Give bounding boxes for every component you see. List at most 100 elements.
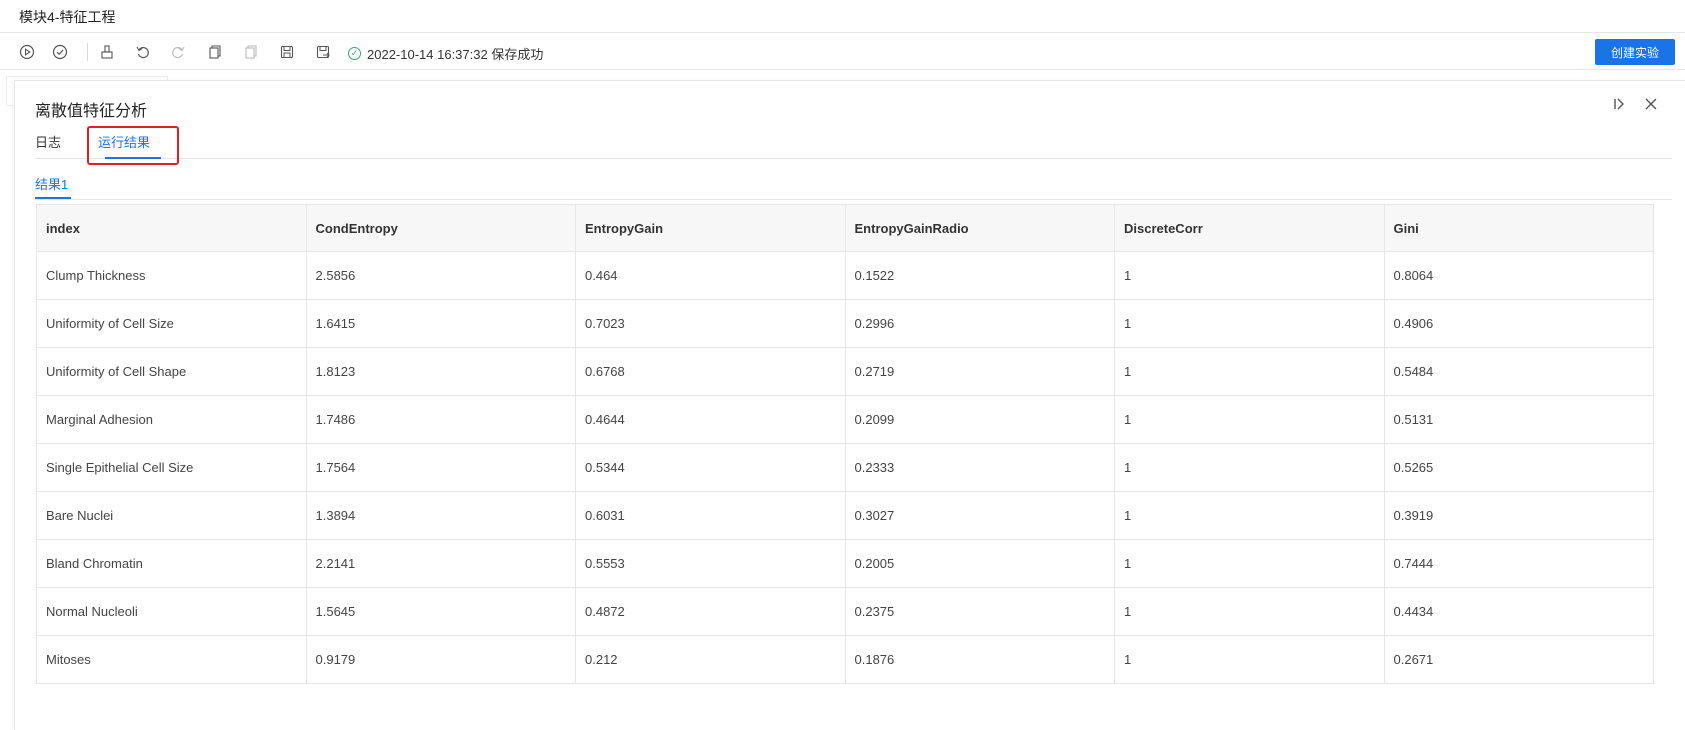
table-cell: Single Epithelial Cell Size [36,443,307,492]
table-cell: 0.7023 [575,299,846,348]
table-cell: 0.6031 [575,491,846,540]
collapse-panel-icon[interactable] [1609,95,1629,116]
save-status: ✓ 2022-10-14 16:37:32 保存成功 [348,44,543,63]
table-cell: 0.7444 [1383,539,1654,588]
table-cell: 0.4872 [575,587,846,636]
table-cell: Clump Thickness [36,251,307,300]
save-status-text: 2022-10-14 16:37:32 保存成功 [367,47,544,62]
success-check-icon: ✓ [348,47,361,60]
table-cell: 1.6415 [305,299,576,348]
panel-tabs: 日志 运行结果 [35,125,1672,159]
table-header-row: index CondEntropy EntropyGain EntropyGai… [36,204,1654,252]
window-title: 模块4-特征工程 [19,9,116,25]
table-cell: 1 [1114,251,1385,300]
table-cell: 1.3894 [305,491,576,540]
table-cell: 1 [1114,491,1385,540]
table-cell: 0.1522 [844,251,1115,300]
table-row: Clump Thickness 2.5856 0.464 0.1522 1 0.… [36,251,1654,300]
create-experiment-button[interactable]: 创建实验 [1595,39,1675,65]
panel-actions [1609,95,1661,116]
title-bar: 模块4-特征工程 [0,0,1685,33]
toolbar-separator [87,43,88,61]
column-header-discretecorr: DiscreteCorr [1114,204,1385,252]
table-cell: 1 [1114,587,1385,636]
close-icon[interactable] [1641,95,1661,116]
column-header-entropygain: EntropyGain [575,204,846,252]
tab-log[interactable]: 日志 [35,132,61,151]
table-cell: 0.5484 [1383,347,1654,396]
table-cell: 0.212 [575,635,846,684]
table-cell: 0.8064 [1383,251,1654,300]
table-cell: Bare Nuclei [36,491,307,540]
table-cell: 1 [1114,299,1385,348]
table-cell: Marginal Adhesion [36,395,307,444]
table-cell: 0.5265 [1383,443,1654,492]
table-cell: 0.3027 [844,491,1115,540]
table-cell: 1.7486 [305,395,576,444]
panel-title: 离散值特征分析 [35,103,148,120]
table-cell: 0.6768 [575,347,846,396]
table-cell: 0.4434 [1383,587,1654,636]
column-header-condentropy: CondEntropy [305,204,576,252]
table-cell: 1.8123 [305,347,576,396]
table-cell: 0.1876 [844,635,1115,684]
run-check-icon[interactable] [50,42,70,62]
table-row: Uniformity of Cell Size 1.6415 0.7023 0.… [36,299,1654,348]
save-as-icon[interactable] [313,42,333,62]
column-header-index: index [36,204,307,252]
table-cell: 0.5131 [1383,395,1654,444]
table-cell: 0.2671 [1383,635,1654,684]
toolbar: ✓ 2022-10-14 16:37:32 保存成功 创建实验 [0,34,1685,70]
table-cell: 0.5553 [575,539,846,588]
table-cell: 1 [1114,443,1385,492]
table-body: Clump Thickness 2.5856 0.464 0.1522 1 0.… [36,251,1654,684]
table-cell: 2.5856 [305,251,576,300]
result-table: index CondEntropy EntropyGain EntropyGai… [36,204,1654,684]
column-header-gini: Gini [1383,204,1654,252]
table-row: Marginal Adhesion 1.7486 0.4644 0.2099 1… [36,395,1654,444]
table-row: Single Epithelial Cell Size 1.7564 0.534… [36,443,1654,492]
result-subtabs: 结果1 [35,165,1672,200]
table-cell: 0.2099 [844,395,1115,444]
table-cell: Uniformity of Cell Size [36,299,307,348]
clear-icon[interactable] [97,42,117,62]
table-cell: 0.9179 [305,635,576,684]
active-subtab-indicator [35,197,71,199]
table-row: Uniformity of Cell Shape 1.8123 0.6768 0… [36,347,1654,396]
table-cell: 0.5344 [575,443,846,492]
table-cell: 1.7564 [305,443,576,492]
run-icon[interactable] [17,42,37,62]
table-row: Mitoses 0.9179 0.212 0.1876 1 0.2671 [36,635,1654,684]
table-row: Bare Nuclei 1.3894 0.6031 0.3027 1 0.391… [36,491,1654,540]
table-cell: 1.5645 [305,587,576,636]
table-cell: 0.2333 [844,443,1115,492]
table-cell: 1 [1114,539,1385,588]
table-row: Bland Chromatin 2.2141 0.5553 0.2005 1 0… [36,539,1654,588]
undo-icon[interactable] [133,42,153,62]
table-cell: 0.2996 [844,299,1115,348]
table-cell: 2.2141 [305,539,576,588]
table-cell: Normal Nucleoli [36,587,307,636]
table-cell: 1 [1114,395,1385,444]
result-panel: 离散值特征分析 日志 运行结果 结果1 index CondEntropy En… [14,80,1685,730]
save-icon[interactable] [277,42,297,62]
table-cell: 0.4906 [1383,299,1654,348]
paste-icon[interactable] [241,42,261,62]
table-cell: 1 [1114,347,1385,396]
redo-icon[interactable] [168,42,188,62]
annotation-highlight-box [87,126,179,165]
table-cell: 0.2375 [844,587,1115,636]
table-cell: 0.464 [575,251,846,300]
table-cell: 0.4644 [575,395,846,444]
table-cell: Mitoses [36,635,307,684]
table-cell: Uniformity of Cell Shape [36,347,307,396]
copy-icon[interactable] [205,42,225,62]
table-row: Normal Nucleoli 1.5645 0.4872 0.2375 1 0… [36,587,1654,636]
column-header-entropygainradio: EntropyGainRadio [844,204,1115,252]
table-cell: 0.2005 [844,539,1115,588]
table-cell: 1 [1114,635,1385,684]
table-cell: 0.3919 [1383,491,1654,540]
subtab-result-1[interactable]: 结果1 [35,174,68,193]
table-cell: Bland Chromatin [36,539,307,588]
table-cell: 0.2719 [844,347,1115,396]
